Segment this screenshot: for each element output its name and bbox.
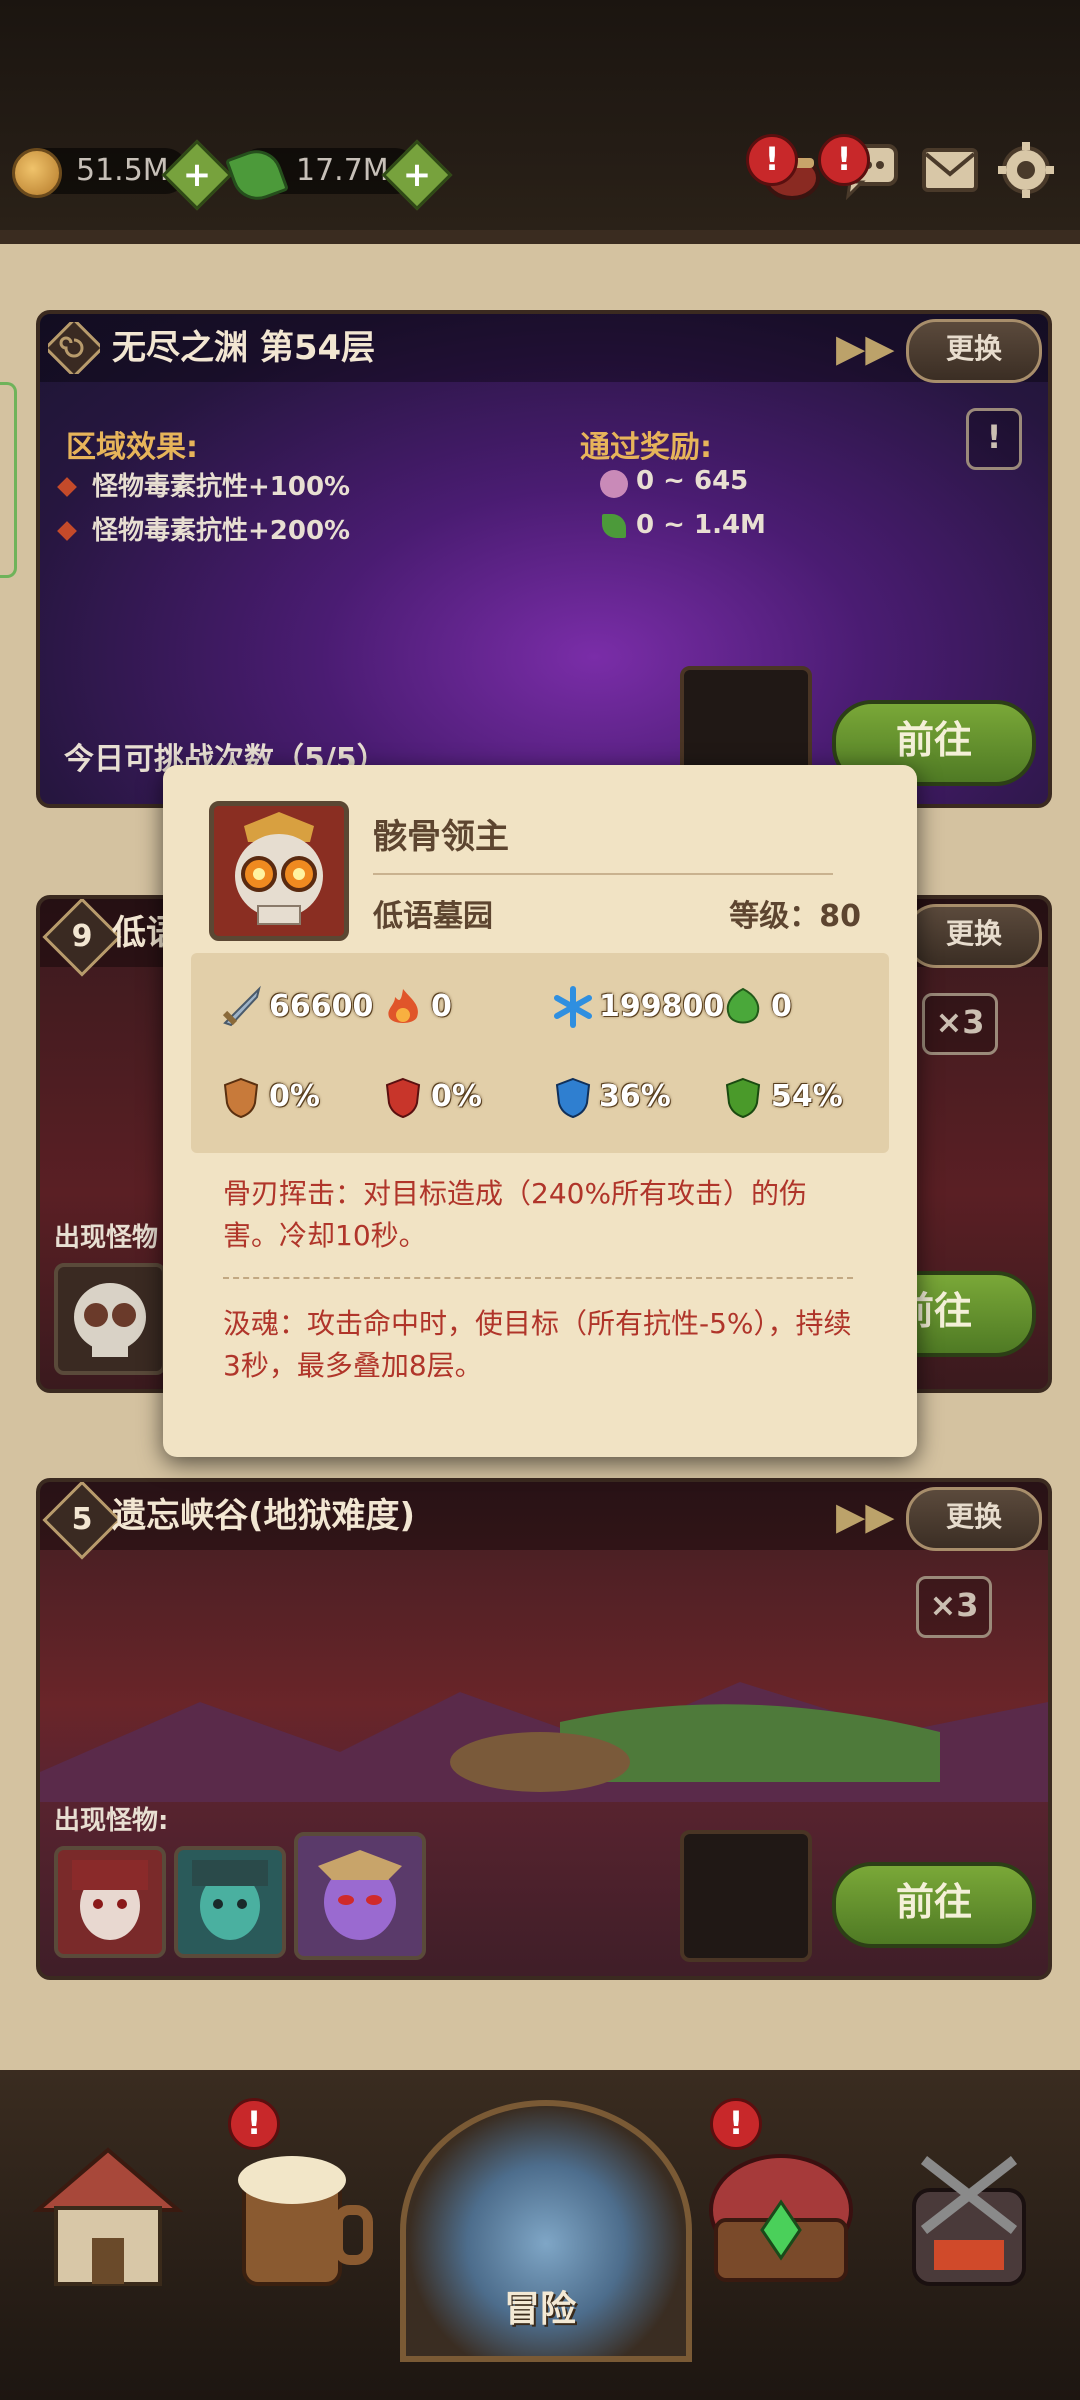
canyon-go-button[interactable]: 前往 (832, 1862, 1036, 1948)
canyon-swap-button[interactable]: 更换 (906, 1487, 1042, 1551)
reward-gems: 0 ~ 645 (636, 466, 749, 496)
physical-shield-icon (223, 1077, 259, 1119)
abyss-title: 无尽之渊 第54层 (112, 328, 376, 368)
attempts-multiplier: ×3 (922, 993, 998, 1055)
monsters-label: 出现怪物: (54, 1806, 169, 1836)
item-slot[interactable] (680, 1830, 812, 1962)
monsters-label: 出现怪物 (54, 1223, 159, 1253)
attack-value: 66600 (269, 989, 374, 1024)
effect-1: 怪物毒素抗性+100% (92, 472, 351, 502)
skill-description-1: 骨刃挥击：对目标造成（240%所有攻击）的伤害。冷却10秒。 (223, 1177, 808, 1252)
physical-resist-value: 0% (269, 1079, 320, 1114)
mail-icon[interactable] (920, 144, 980, 196)
frost-attack-value: 199800 (599, 989, 725, 1024)
leaf-amount: 17.7M (296, 153, 389, 188)
monster-info-popup: 骸骨领主 低语墓园 等级：80 66600 0 199800 0 0% 0% 3… (163, 765, 917, 1457)
spiral-icon (48, 322, 100, 374)
effect-2: 怪物毒素抗性+200% (92, 516, 351, 546)
poison-icon (726, 987, 760, 1024)
monster-level: 等级：80 (729, 899, 861, 934)
reward-leaves: 0 ~ 1.4M (636, 510, 766, 540)
coin-icon (12, 148, 62, 198)
fast-forward-icon[interactable]: ▶▶ (836, 1496, 894, 1536)
skeleton-lord-portrait (209, 801, 349, 941)
poison-resist-value: 54% (771, 1079, 843, 1114)
frost-resist-value: 36% (599, 1079, 671, 1114)
treasure-alert-icon: ! (710, 2098, 762, 2150)
chat-alert-icon: ! (818, 134, 870, 186)
frost-shield-icon (555, 1077, 591, 1119)
fire-icon (388, 989, 418, 1023)
leaf-icon (602, 514, 626, 538)
top-bar (0, 0, 1080, 240)
coin-amount: 51.5M (76, 153, 169, 188)
side-tab[interactable] (0, 382, 17, 578)
forge-icon[interactable] (884, 2140, 1044, 2300)
skill-divider (223, 1277, 853, 1279)
abyss-panel: 无尽之渊 第54层 ▶▶ 更换 区域效果: 怪物毒素抗性+100% 怪物毒素抗性… (36, 310, 1052, 808)
tavern-alert-icon: ! (228, 2098, 280, 2150)
gem-icon (600, 470, 628, 498)
monster-name: 骸骨领主 (373, 817, 509, 857)
frost-icon (554, 986, 592, 1028)
info-button[interactable]: ! (966, 408, 1022, 470)
graveyard-swap-button[interactable]: 更换 (906, 904, 1042, 968)
landscape-scenery (40, 1682, 1048, 1802)
fire-attack-value: 0 (431, 989, 452, 1024)
treasure-icon[interactable] (696, 2140, 856, 2300)
fire-resist-value: 0% (431, 1079, 482, 1114)
fast-forward-icon[interactable]: ▶▶ (836, 328, 894, 368)
monster-portrait-skull[interactable] (54, 1263, 166, 1375)
monster-location: 低语墓园 (373, 899, 493, 934)
bullet-icon (57, 477, 77, 497)
poison-attack-value: 0 (771, 989, 792, 1024)
canyon-title: 遗忘峡谷(地狱难度) (112, 1496, 416, 1536)
canyon-panel: 5 遗忘峡谷(地狱难度) ▶▶ 更换 ×3 出现怪物: 前往 (36, 1478, 1052, 1980)
pot-alert-icon: ! (746, 134, 798, 186)
monster-portrait-zombie[interactable] (174, 1846, 286, 1958)
abyss-swap-button[interactable]: 更换 (906, 319, 1042, 383)
fire-shield-icon (385, 1077, 421, 1119)
attempts-multiplier: ×3 (916, 1576, 992, 1638)
poison-shield-icon (725, 1077, 761, 1119)
monster-portrait-demon[interactable] (294, 1832, 426, 1960)
area-effect-label: 区域效果: (66, 430, 198, 465)
adventure-label: 冒险 (503, 2289, 576, 2330)
tavern-icon[interactable] (214, 2140, 374, 2300)
sword-icon (222, 985, 261, 1027)
bullet-icon (57, 521, 77, 541)
gear-icon[interactable] (996, 140, 1056, 200)
skill-description-2: 汲魂：攻击命中时，使目标（所有抗性-5%），持续3秒，最多叠加8层。 (223, 1307, 852, 1382)
reward-label: 通过奖励: (580, 430, 712, 465)
divider (373, 873, 833, 875)
stats-panel: 66600 0 199800 0 0% 0% 36% 54% (191, 953, 889, 1153)
monster-portrait-vampire[interactable] (54, 1846, 166, 1958)
house-icon[interactable] (28, 2140, 188, 2300)
